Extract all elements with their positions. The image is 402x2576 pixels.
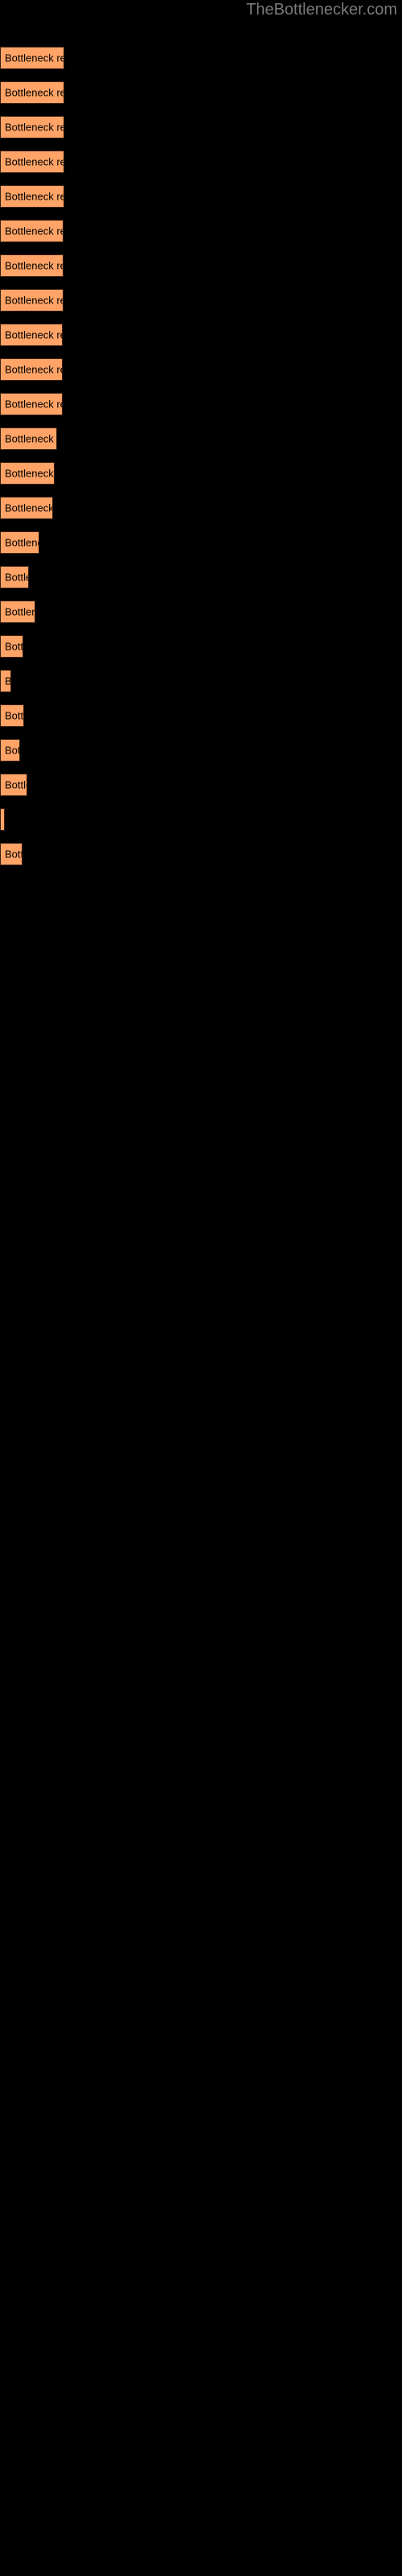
chart-bar[interactable]: Bottleneck result [0,704,24,727]
chart-bar[interactable]: Bottleneck result [0,462,55,485]
chart-bar-label: Bottleneck result [5,225,63,237]
chart-bar[interactable]: Bottleneck result [0,427,57,450]
chart-bar-label: Bottleneck result [5,121,64,134]
chart-bar[interactable]: Bottleneck result [0,81,64,104]
chart-bar[interactable]: Bottleneck result [0,393,63,415]
chart-bar[interactable]: Bottleneck result [0,566,29,588]
chart-bar[interactable]: Bottleneck result [0,497,53,519]
chart-bar-label: Bottleneck result [5,571,28,584]
chart-bar[interactable]: Bottleneck result [0,739,20,762]
chart-bar-label: Bottleneck result [5,605,35,618]
chart-bar-label: Bottleneck result [5,155,64,168]
chart-bar-label: Bottleneck result [5,502,53,514]
chart-bar[interactable]: Bottleneck result [0,635,23,658]
chart-bar[interactable]: Bottleneck result [0,47,64,69]
chart-bar-label: Bottleneck result [5,467,54,480]
chart-bar[interactable]: Bottleneck result [0,774,27,796]
chart-bar-label: Bottleneck result [5,778,27,791]
chart-bar[interactable]: Bottleneck result [0,151,64,173]
chart-bar-label: Bottleneck result [5,52,64,64]
chart-bar[interactable]: Bottleneck result [0,220,64,242]
chart-bar-label: Bottleneck result [5,259,63,272]
chart-bar-label: Bottleneck result [5,675,11,687]
chart-bar[interactable]: Bottleneck result [0,601,35,623]
chart-bar[interactable]: Bottleneck result [0,185,64,208]
chart-bar[interactable]: Bottleneck result [0,843,23,865]
chart-bar-label: Bottleneck result [5,328,62,341]
chart-bar[interactable]: Bottleneck result [0,289,64,312]
chart-bar-label: Bottleneck result [5,363,62,376]
chart-bar[interactable]: Bottleneck result [0,116,64,138]
chart-bar-label: Bottleneck result [5,86,64,99]
chart-bar[interactable]: Bottleneck result [0,670,11,692]
chart-bar[interactable]: Bottleneck result [0,808,5,831]
chart-bar[interactable]: Bottleneck result [0,324,63,346]
chart-bar-label: Bottleneck result [5,709,24,722]
chart-bar-label: Bottleneck result [5,294,63,307]
chart-bar[interactable]: Bottleneck result [0,254,64,277]
chart-bar-label: Bottleneck result [5,640,23,653]
chart-bar-label: Bottleneck result [5,432,56,445]
chart-bar-label: Bottleneck result [5,190,64,203]
chart-bar-label: Bottleneck result [5,536,39,549]
chart-bar-label: Bottleneck result [5,848,22,861]
chart-bar-label: Bottleneck result [5,398,62,411]
bottleneck-bar-chart: Bottleneck result Bottleneck result Bottle… [0,0,402,2576]
chart-bar[interactable]: Bottleneck result [0,531,39,554]
chart-bar[interactable]: Bottleneck result [0,358,63,381]
chart-bar-label: Bottleneck result [5,744,19,757]
